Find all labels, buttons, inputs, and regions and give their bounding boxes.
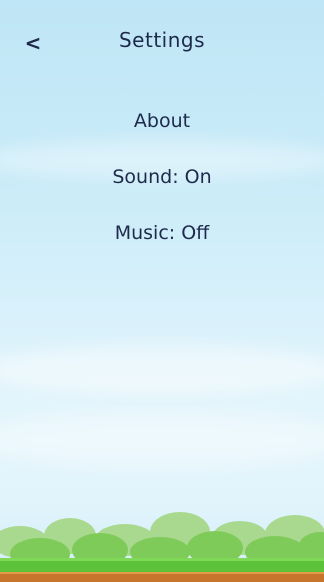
- cloud-haze: [0, 345, 324, 395]
- header-bar: < Settings: [0, 0, 324, 80]
- sound-toggle-button[interactable]: Sound: On: [62, 162, 262, 218]
- about-button[interactable]: About: [62, 106, 262, 162]
- music-toggle-button[interactable]: Music: Off: [62, 218, 262, 274]
- settings-screen: < Settings About Sound: On Music: Off: [0, 0, 324, 582]
- cloud-haze: [0, 410, 324, 470]
- page-title: Settings: [118, 28, 206, 52]
- settings-menu: About Sound: On Music: Off: [0, 106, 324, 274]
- grass-ground-decoration: [0, 512, 324, 582]
